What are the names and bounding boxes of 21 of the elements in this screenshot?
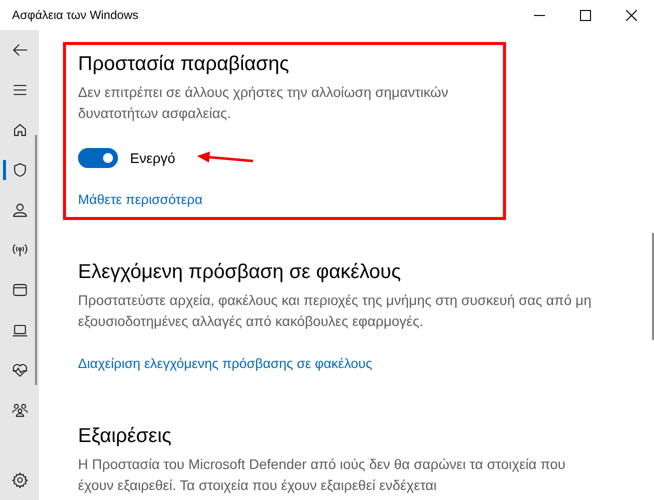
section-description: Δεν επιτρέπει σε άλλους χρήστες την αλλοίωση σημαντικών δυνατοτήτων ασφαλείας. bbox=[78, 83, 450, 123]
person-icon bbox=[10, 201, 28, 219]
scrollbar[interactable] bbox=[35, 135, 37, 385]
section-description: Προστατεύστε αρχεία, φακέλους και περιοχές της μνήμης στη συσκευή σας από μη εξουσιοδοτημένες αλλαγές από κακόβουλες εφαρμογές. bbox=[78, 291, 592, 331]
browser-icon bbox=[10, 281, 28, 299]
window-title: Ασφάλεια των Windows bbox=[11, 8, 140, 22]
settings-icon bbox=[10, 471, 28, 489]
close-icon[interactable] bbox=[626, 10, 636, 20]
toggle-switch[interactable] bbox=[78, 148, 118, 168]
section-title: Ελεγχόμενη πρόσβαση σε φακέλους bbox=[78, 261, 402, 284]
arrow-icon bbox=[195, 151, 256, 165]
section-title: Εξαιρέσεις bbox=[78, 425, 172, 448]
section-title: Προστασία παραβίασης bbox=[78, 53, 290, 76]
link[interactable]: Διαχείριση ελεγχόμενης πρόσβασης σε φακέλους bbox=[78, 356, 372, 371]
health-icon bbox=[10, 361, 28, 379]
maximize-icon[interactable] bbox=[580, 10, 590, 20]
link[interactable]: Μάθετε περισσότερα bbox=[78, 192, 203, 207]
section-description: Η Προστασία του Microsoft Defender από ιούς δεν θα σαρώνει τα στοιχεία που έχουν εξαιρεθεί. Τα στοιχεία που έχουν εξαιρεθεί ενδέχεται bbox=[78, 455, 566, 495]
scrollbar[interactable] bbox=[652, 233, 654, 340]
toggle-label: Ενεργό bbox=[130, 150, 176, 166]
family-icon bbox=[10, 401, 28, 419]
